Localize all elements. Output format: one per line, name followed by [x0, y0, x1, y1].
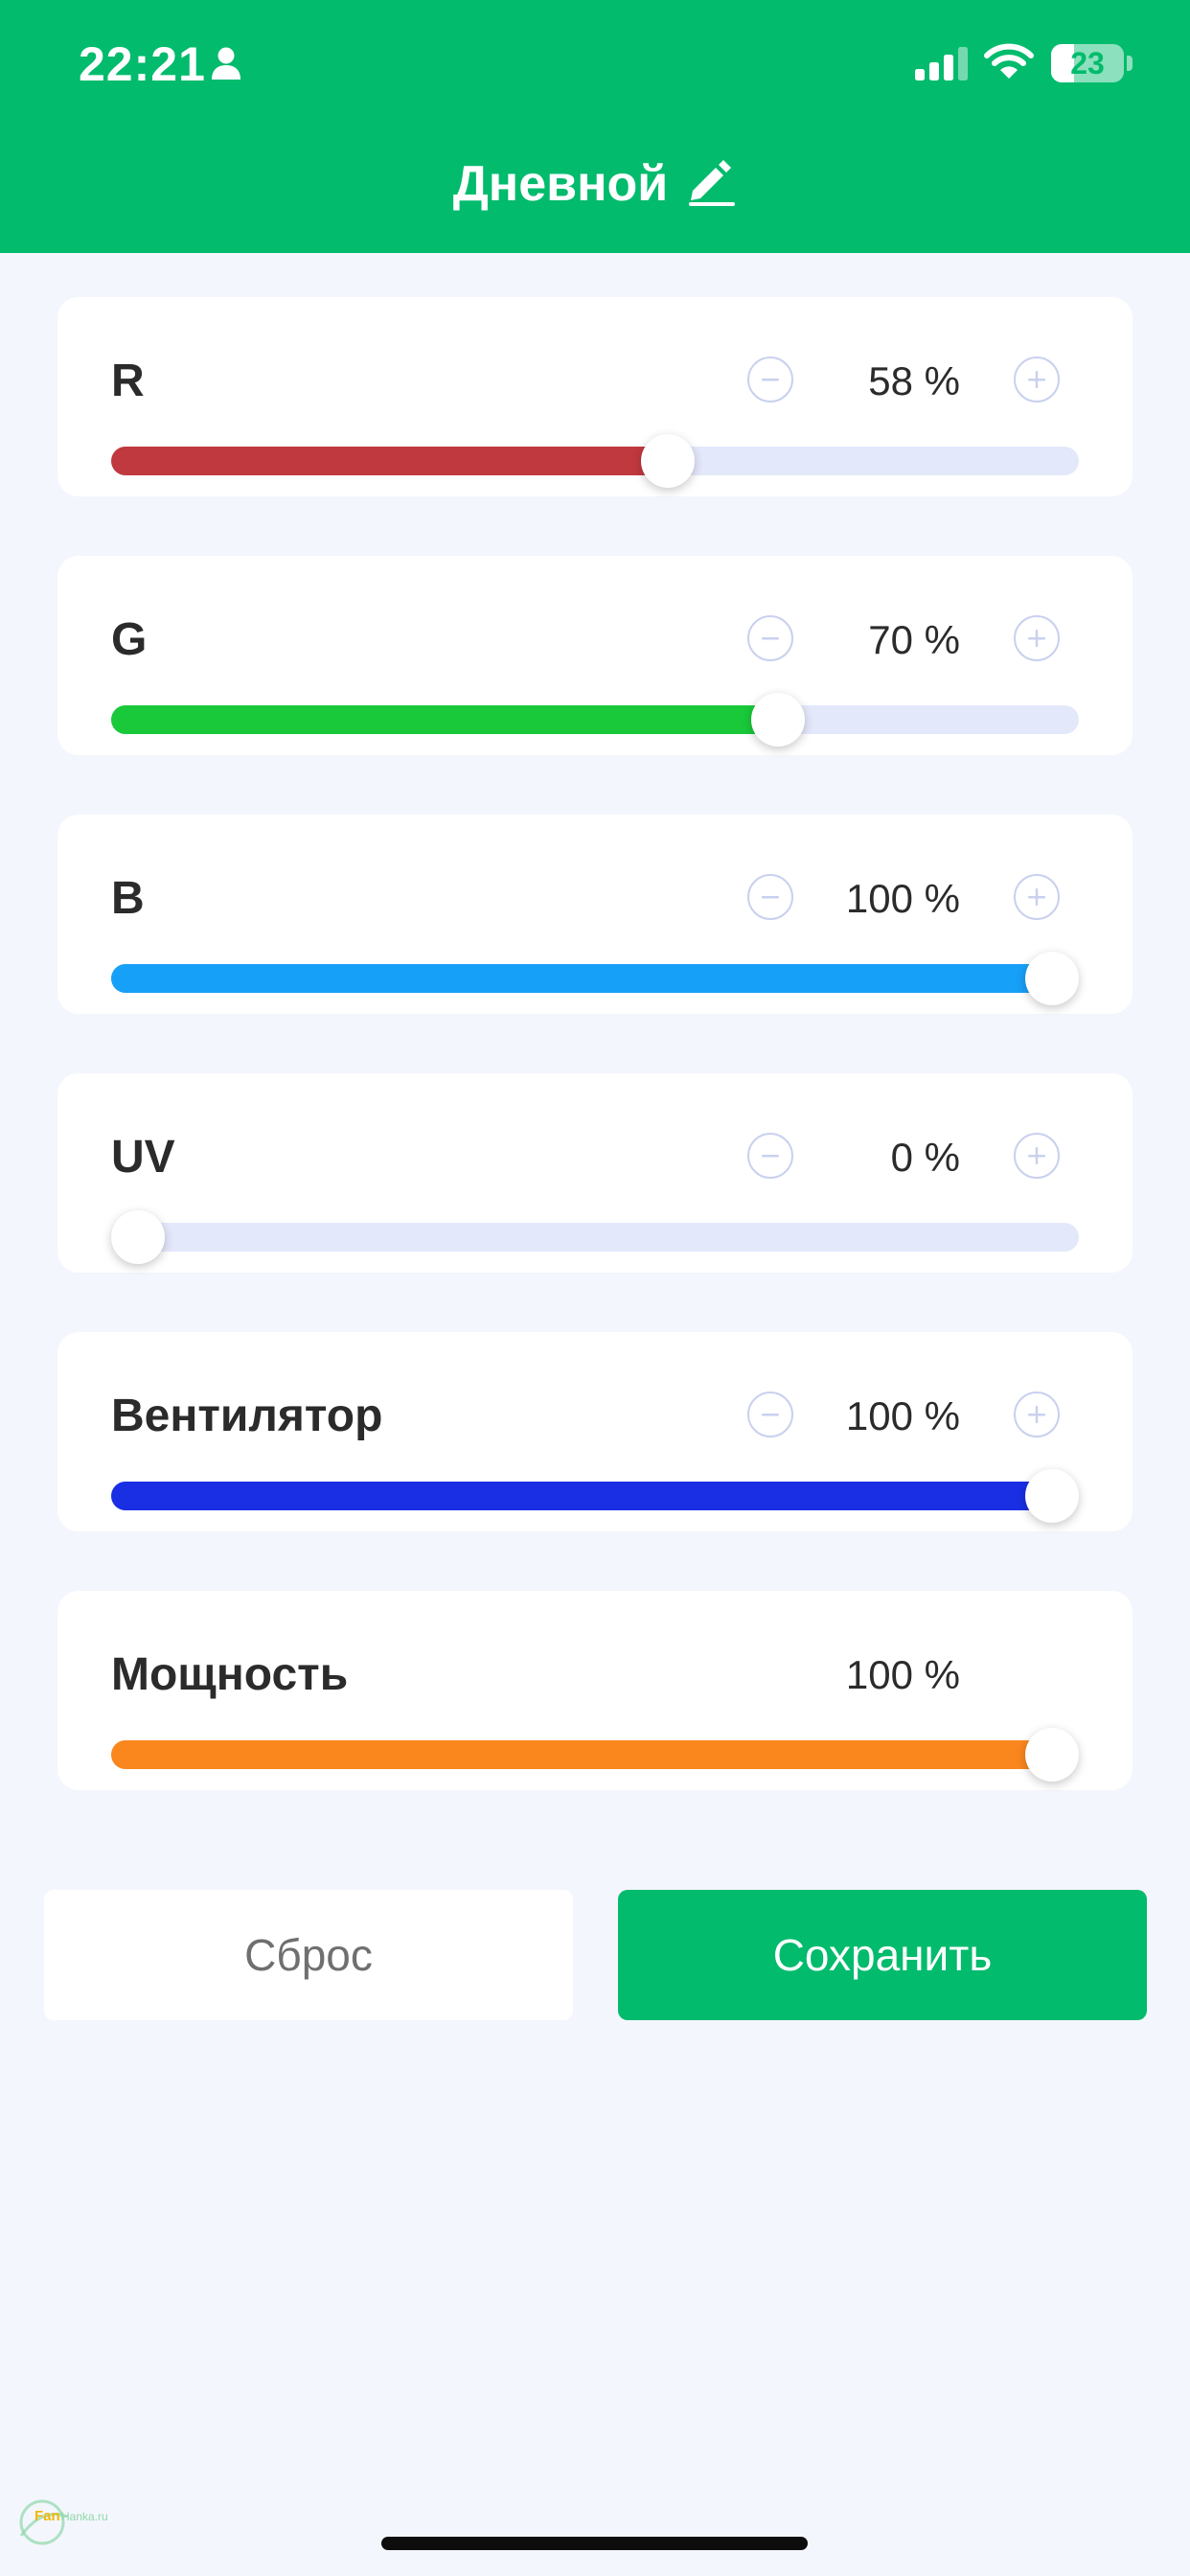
- channel-card: B 100 %: [57, 815, 1133, 1014]
- slider-track[interactable]: [111, 434, 1079, 488]
- channel-value: 70 %: [868, 617, 960, 662]
- plus-icon: [1028, 371, 1045, 388]
- watermark-logo: Fan Hanka.ru: [13, 2488, 128, 2560]
- channel-card: UV 0 %: [57, 1073, 1133, 1273]
- slider-track[interactable]: [111, 952, 1079, 1005]
- watermark-text-suffix: Hanka.ru: [61, 2510, 108, 2523]
- decrease-button[interactable]: [747, 874, 793, 920]
- channel-value: 58 %: [868, 358, 960, 403]
- save-button[interactable]: Сохранить: [618, 1890, 1147, 2020]
- wifi-icon: [984, 42, 1034, 85]
- reset-button[interactable]: Сброс: [44, 1890, 573, 2020]
- plus-icon: [1028, 630, 1045, 647]
- slider-fill: [111, 1482, 1052, 1510]
- channel-label: Мощность: [111, 1649, 349, 1700]
- slider-thumb[interactable]: [1025, 1469, 1079, 1523]
- slider-fill: [111, 1740, 1052, 1769]
- plus-icon: [1028, 1147, 1045, 1164]
- slider-fill: [111, 447, 669, 475]
- minus-icon: [762, 379, 779, 381]
- title-group[interactable]: Дневной: [0, 155, 1190, 213]
- channel-card: R 58 %: [57, 297, 1133, 496]
- channel-value: 0 %: [890, 1135, 960, 1180]
- minus-icon: [762, 1414, 779, 1416]
- channel-label: R: [111, 356, 145, 406]
- slider-track[interactable]: [111, 693, 1079, 747]
- header-bar: 22:21 23 Дневной: [0, 0, 1190, 253]
- slider-thumb[interactable]: [111, 1210, 165, 1264]
- slider-track[interactable]: [111, 1728, 1079, 1782]
- slider-fill: [111, 705, 778, 734]
- increase-button[interactable]: [1014, 874, 1060, 920]
- pencil-icon[interactable]: [685, 156, 737, 206]
- slider-track[interactable]: [111, 1469, 1079, 1523]
- minus-icon: [762, 637, 779, 640]
- plus-icon: [1028, 1406, 1045, 1423]
- slider-track[interactable]: [111, 1210, 1079, 1264]
- channel-value: 100 %: [845, 1393, 960, 1438]
- decrease-button[interactable]: [747, 615, 793, 661]
- increase-button[interactable]: [1014, 1392, 1060, 1438]
- channel-card: G 70 %: [57, 556, 1133, 755]
- slider-thumb[interactable]: [641, 434, 696, 488]
- minus-icon: [762, 896, 779, 899]
- decrease-button[interactable]: [747, 1133, 793, 1179]
- increase-button[interactable]: [1014, 356, 1060, 402]
- channel-value: 100 %: [845, 1652, 960, 1697]
- decrease-button[interactable]: [747, 356, 793, 402]
- battery-percent: 23: [1070, 46, 1105, 80]
- slider-thumb[interactable]: [750, 693, 805, 747]
- battery-cap: [1127, 56, 1133, 71]
- slider-thumb[interactable]: [1025, 952, 1079, 1005]
- increase-button[interactable]: [1014, 1133, 1060, 1179]
- status-time: 22:21: [79, 37, 206, 91]
- person-icon: [211, 46, 241, 85]
- channel-label: Вентилятор: [111, 1391, 383, 1441]
- home-indicator[interactable]: [381, 2537, 808, 2550]
- channel-card: Вентилятор 100 %: [57, 1332, 1133, 1531]
- channel-card: Мощность 100 %: [57, 1591, 1133, 1790]
- decrease-button[interactable]: [747, 1392, 793, 1438]
- app-screen: 22:21 23 Дневной R 58 % G 70 % B 100 % U…: [0, 0, 1190, 2576]
- increase-button[interactable]: [1014, 615, 1060, 661]
- channel-label: UV: [111, 1132, 175, 1183]
- watermark-text-prefix: Fan: [34, 2508, 60, 2524]
- minus-icon: [762, 1155, 779, 1158]
- channel-value: 100 %: [845, 876, 960, 921]
- page-title: Дневной: [452, 156, 669, 212]
- plus-icon: [1028, 888, 1045, 906]
- channel-label: B: [111, 873, 145, 924]
- slider-thumb[interactable]: [1025, 1728, 1079, 1782]
- signal-icon: [915, 46, 969, 85]
- slider-fill: [111, 964, 1052, 993]
- channel-label: G: [111, 614, 148, 665]
